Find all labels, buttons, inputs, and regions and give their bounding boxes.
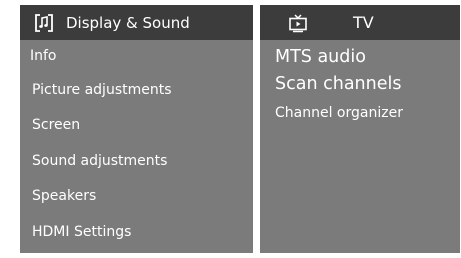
tv-icon <box>288 13 308 33</box>
display-sound-panel: Display & Sound Info Picture adjustments… <box>20 5 253 253</box>
menu-item-mts-audio[interactable]: MTS audio <box>275 44 460 71</box>
panel-title: Display & Sound <box>66 13 190 32</box>
menu-item-hdmi-settings[interactable]: HDMI Settings <box>20 214 253 250</box>
music-note-box-icon <box>34 13 54 33</box>
display-sound-header: Display & Sound <box>20 5 253 40</box>
panel-title: TV <box>353 13 374 32</box>
menu-item-picture-adjustments[interactable]: Picture adjustments <box>20 72 253 108</box>
tv-menu: MTS audio Scan channels Channel organize… <box>260 40 460 124</box>
menu-item-info[interactable]: Info <box>20 40 253 72</box>
menu-item-screen[interactable]: Screen <box>20 108 253 144</box>
tv-panel: TV MTS audio Scan channels Channel organ… <box>260 5 460 253</box>
menu-item-channel-organizer[interactable]: Channel organizer <box>275 102 460 124</box>
menu-item-scan-channels[interactable]: Scan channels <box>275 71 460 98</box>
tv-header: TV <box>260 5 460 40</box>
menu-item-speakers[interactable]: Speakers <box>20 179 253 215</box>
display-sound-menu: Info Picture adjustments Screen Sound ad… <box>20 40 253 250</box>
menu-item-sound-adjustments[interactable]: Sound adjustments <box>20 143 253 179</box>
